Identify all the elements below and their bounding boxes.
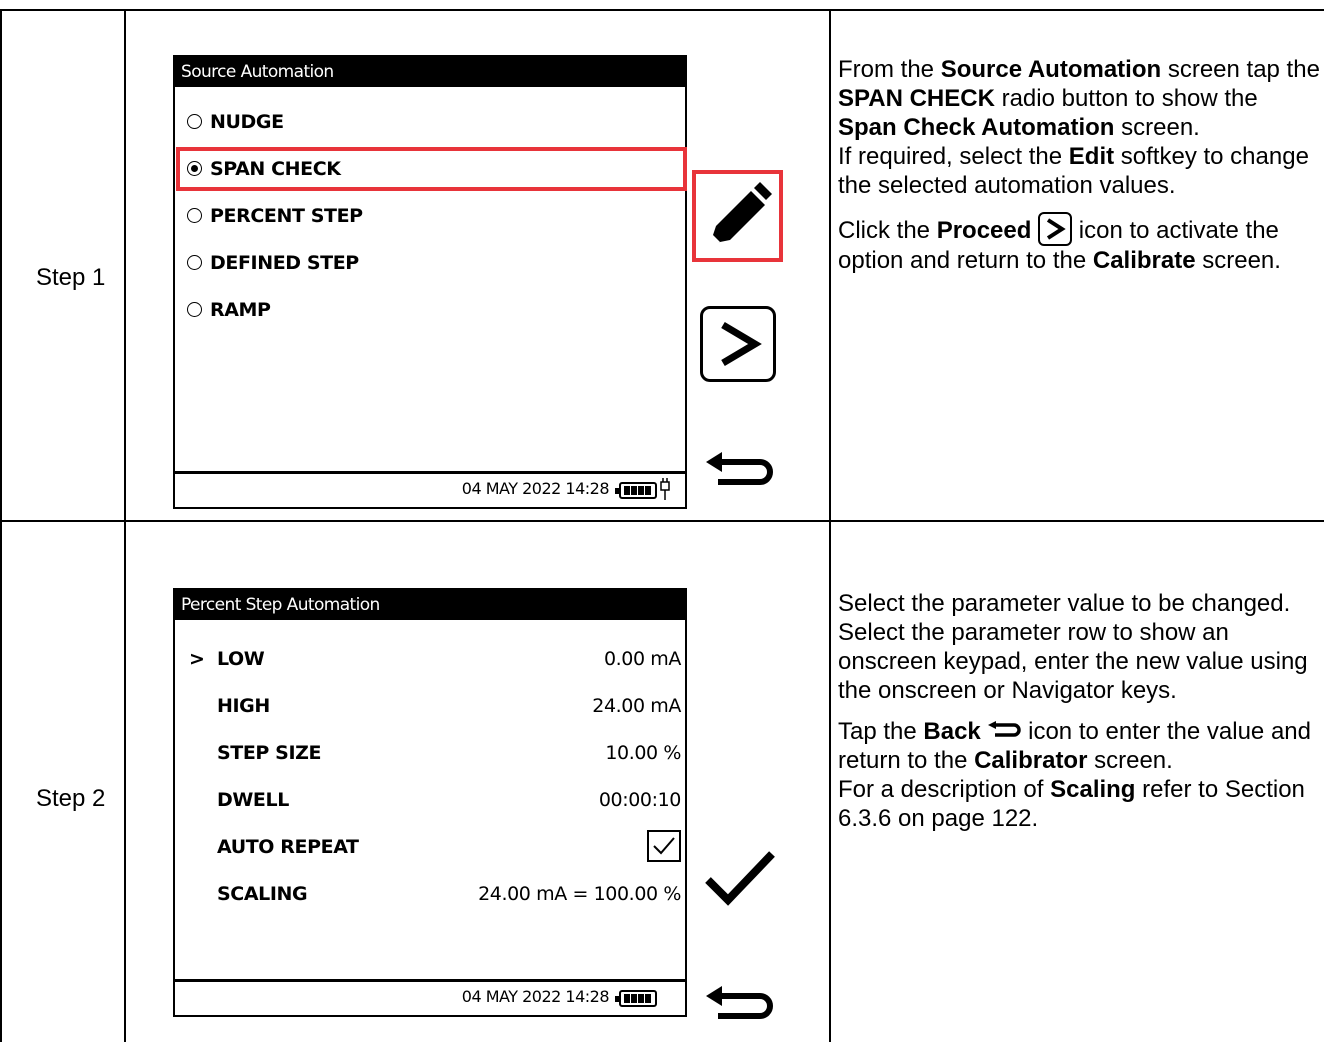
param-row-auto-repeat[interactable]: AUTO REPEAT — [175, 827, 685, 867]
back-icon[interactable] — [702, 986, 778, 1026]
desc-paragraph: From the Source Automation screen tap th… — [838, 56, 1320, 141]
radio-selected-icon — [187, 161, 202, 176]
desc-paragraph: Tap the Back icon to enter the value and… — [838, 718, 1311, 774]
checkmark-icon — [653, 837, 675, 855]
radio-icon — [187, 114, 202, 129]
param-name: DWELL — [217, 789, 289, 811]
step-2-description: Select the parameter value to be changed… — [838, 589, 1322, 833]
radio-percent-step[interactable]: PERCENT STEP — [187, 198, 363, 234]
radio-label: DEFINED STEP — [210, 252, 359, 274]
radio-defined-step[interactable]: DEFINED STEP — [187, 245, 359, 281]
param-row-step-size[interactable]: STEP SIZE 10.00 % — [175, 733, 685, 773]
step-1-description: From the Source Automation screen tap th… — [838, 55, 1322, 275]
datetime: 04 MAY 2022 14:28 — [461, 479, 610, 498]
param-row-high[interactable]: HIGH 24.00 mA — [175, 686, 685, 726]
battery-icon — [615, 482, 657, 499]
percent-step-automation-screen: Percent Step Automation > LOW 0.00 mA HI… — [173, 588, 687, 1017]
screen-title: Percent Step Automation — [175, 590, 685, 620]
radio-label: PERCENT STEP — [210, 205, 363, 227]
auto-repeat-checkbox[interactable] — [647, 830, 681, 862]
radio-nudge[interactable]: NUDGE — [187, 104, 284, 140]
radio-icon — [187, 208, 202, 223]
status-bar: 04 MAY 2022 14:28 — [175, 471, 685, 507]
back-inline-icon — [988, 721, 1022, 737]
pencil-icon — [708, 182, 772, 246]
radio-icon — [187, 302, 202, 317]
desc-paragraph: Click the Proceed icon to activate the o… — [838, 212, 1322, 275]
datetime: 04 MAY 2022 14:28 — [461, 987, 610, 1006]
desc-paragraph: Select the parameter value to be changed… — [838, 590, 1291, 617]
step-2-label: Step 2 — [36, 785, 106, 812]
radio-span-check[interactable]: SPAN CHECK — [187, 151, 341, 187]
battery-icon — [615, 990, 657, 1007]
param-name: HIGH — [217, 695, 270, 717]
param-value: 24.00 mA = 100.00 % — [478, 883, 681, 905]
table-border-left — [0, 9, 2, 1042]
param-name: LOW — [217, 648, 265, 670]
param-row-scaling[interactable]: SCALING 24.00 mA = 100.00 % — [175, 874, 685, 914]
check-icon[interactable] — [702, 848, 778, 908]
param-name: STEP SIZE — [217, 742, 322, 764]
desc-paragraph: For a description of Scaling refer to Se… — [838, 776, 1305, 832]
radio-label: RAMP — [210, 299, 271, 321]
radio-label: NUDGE — [210, 111, 284, 133]
radio-ramp[interactable]: RAMP — [187, 292, 271, 328]
table-col-divider-1 — [124, 9, 126, 1042]
proceed-softkey[interactable] — [700, 306, 776, 382]
step-1-label: Step 1 — [36, 264, 106, 291]
param-row-low[interactable]: > LOW 0.00 mA — [175, 639, 685, 679]
table-row-divider — [0, 520, 1324, 522]
chevron-right-icon — [721, 321, 762, 367]
param-value: 00:00:10 — [598, 789, 682, 811]
cursor-icon: > — [189, 648, 205, 670]
desc-paragraph: Select the parameter row to show an onsc… — [838, 619, 1308, 704]
param-row-dwell[interactable]: DWELL 00:00:10 — [175, 780, 685, 820]
table-border-top — [0, 9, 1324, 11]
param-value: 0.00 mA — [603, 648, 681, 670]
proceed-inline-icon — [1038, 212, 1073, 246]
param-value: 10.00 % — [605, 742, 681, 764]
back-icon[interactable] — [702, 452, 778, 492]
charging-plug-icon — [660, 478, 670, 500]
radio-label: SPAN CHECK — [210, 158, 341, 180]
edit-softkey[interactable] — [692, 170, 783, 262]
source-automation-screen: Source Automation NUDGE SPAN CHECK PERCE… — [173, 55, 687, 509]
param-name: SCALING — [217, 883, 308, 905]
param-name: AUTO REPEAT — [217, 836, 359, 858]
radio-icon — [187, 255, 202, 270]
param-value: 24.00 mA — [592, 695, 681, 717]
screen-title: Source Automation — [175, 57, 685, 87]
desc-paragraph: If required, select the Edit softkey to … — [838, 143, 1309, 199]
status-bar: 04 MAY 2022 14:28 — [175, 979, 685, 1015]
table-col-divider-2 — [829, 9, 831, 1042]
